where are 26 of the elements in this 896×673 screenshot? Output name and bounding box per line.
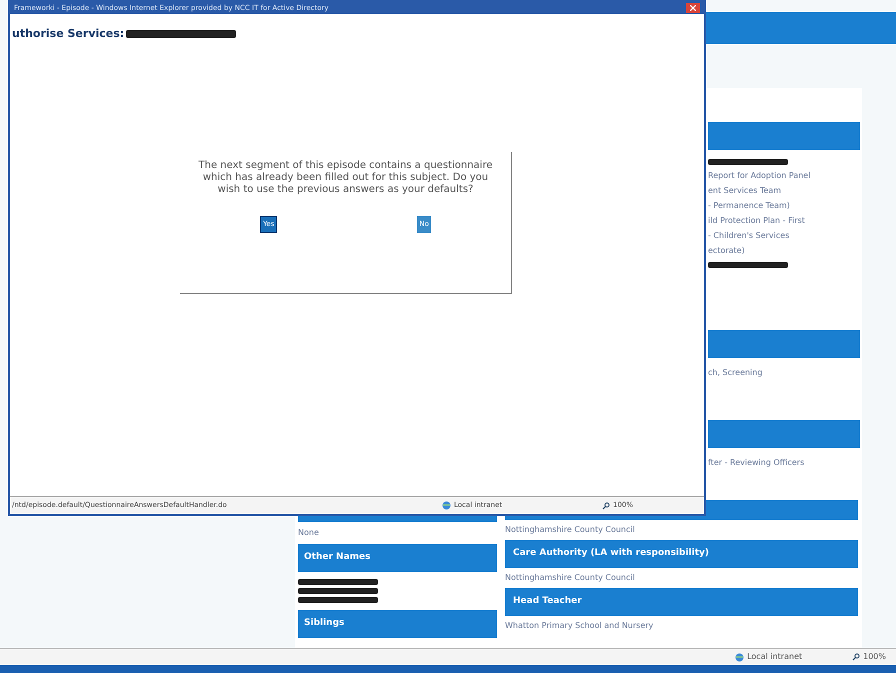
dialog-message: The next segment of this episode contains a questionnaire which has already been filled out for this subject. Do you wish to use the previous answers as your defaults? — [198, 160, 494, 196]
info-text: ent Services Team — [708, 186, 782, 196]
info-text: fter - Reviewing Officers — [708, 458, 804, 468]
info-text: - Permanence Team) — [708, 201, 790, 211]
globe-icon — [735, 652, 744, 662]
close-icon — [690, 5, 696, 11]
info-text: Nottinghamshire County Council — [505, 573, 635, 583]
section-header: Head Teacher — [505, 588, 858, 616]
status-zone: Local intranet — [735, 651, 802, 663]
section-header: Other Names — [298, 544, 497, 572]
info-text: Nottinghamshire County Council — [505, 525, 635, 535]
section-header: Care Authority (LA with responsibility) — [505, 540, 858, 568]
info-text: ild Protection Plan - First — [708, 216, 805, 226]
page-heading: uthorise Services: — [12, 26, 124, 42]
info-text: Report for Adoption Panel — [708, 171, 810, 181]
info-text: None — [298, 528, 319, 538]
info-text: - Children's Services — [708, 231, 790, 241]
zoom-icon — [602, 502, 610, 510]
info-text: ectorate) — [708, 246, 745, 256]
zoom-level: 100% — [852, 651, 886, 663]
globe-icon — [442, 501, 451, 510]
info-text: ch, Screening — [708, 368, 762, 378]
zoom-icon — [852, 653, 860, 661]
close-button[interactable] — [686, 3, 700, 13]
section-header: Siblings — [298, 610, 497, 638]
info-text: Whatton Primary School and Nursery — [505, 621, 654, 631]
